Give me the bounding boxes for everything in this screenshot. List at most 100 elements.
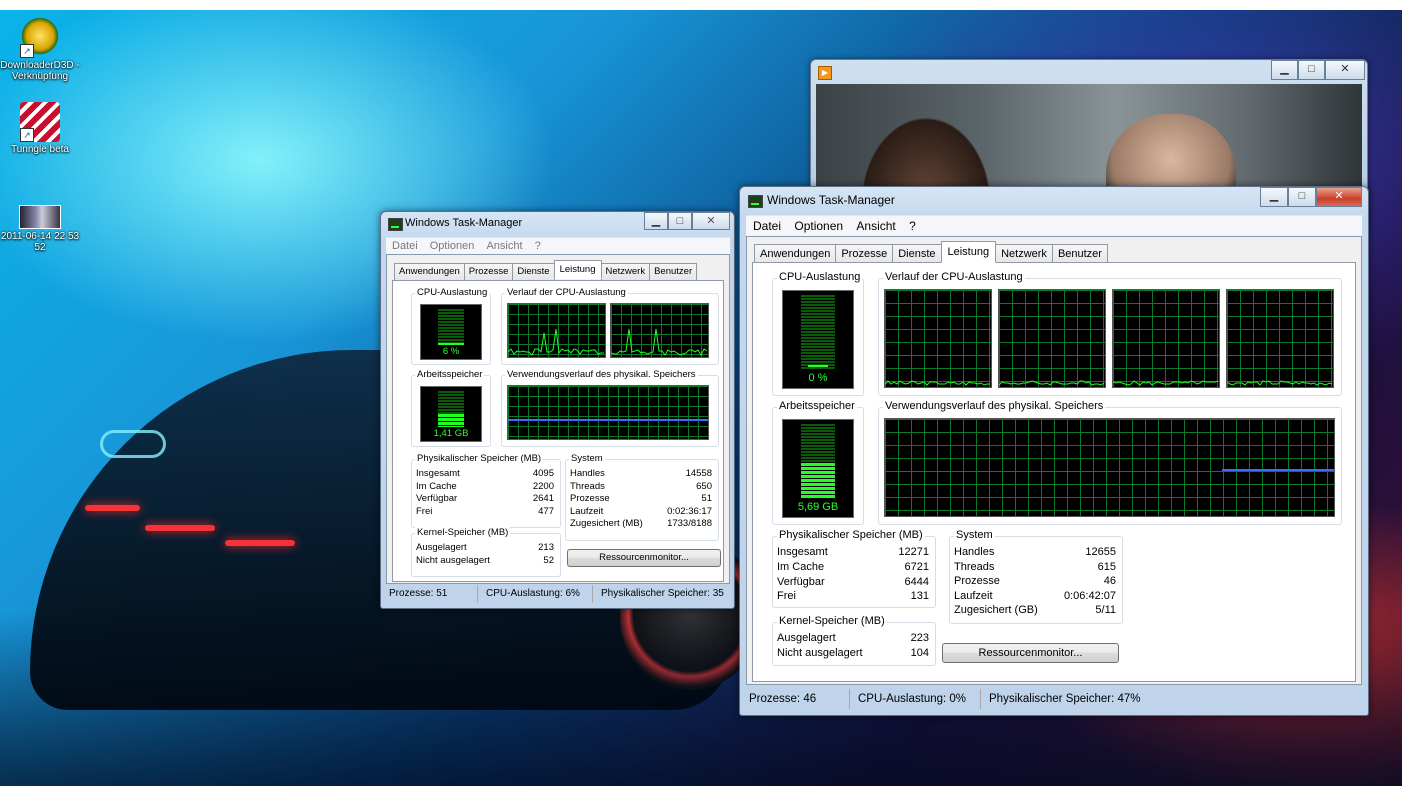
kv-key: Prozesse <box>570 493 610 504</box>
kv-key: Laufzeit <box>570 505 604 517</box>
status-bar: Prozesse: 51 CPU-Auslastung: 6% Physikal… <box>386 585 728 603</box>
kv-value: 1733/8188 <box>667 518 712 529</box>
status-cpu: CPU-Auslastung: 6% <box>478 585 593 603</box>
media-player-icon: ▶ <box>818 66 832 80</box>
minimize-button[interactable]: ▁ <box>1271 60 1298 80</box>
tab-leistung[interactable]: Leistung <box>553 260 602 279</box>
close-button[interactable]: ✕ <box>1325 60 1365 80</box>
cpu-history-graph <box>1112 289 1220 388</box>
kernel-memory-title: Kernel-Speicher (MB) <box>415 527 511 538</box>
kernel-memory-group: Kernel-Speicher (MB) Ausgelagert 223 Nich… <box>772 615 936 666</box>
kv-value: 51 <box>701 493 712 504</box>
system-group: System Handles 14558 Threads 650 Prozesse 5… <box>565 453 719 541</box>
cpu-usage-meter: 6 % <box>420 304 482 360</box>
kv-key: Threads <box>954 560 995 573</box>
kv-value: 14558 <box>685 468 712 479</box>
desktop-icon-tunngle[interactable]: ↗ Tunngle beta <box>0 102 85 155</box>
kv-value: 6721 <box>904 560 929 573</box>
kv-value: 213 <box>538 542 554 553</box>
menu-bar: Datei Optionen Ansicht ? <box>386 237 730 254</box>
physical-memory-table: Insgesamt 12271 Im Cache 6721 Verfügbar 644… <box>777 545 929 604</box>
kernel-memory-group: Kernel-Speicher (MB) Ausgelagert 213 Nich… <box>411 527 561 577</box>
kv-value: 6444 <box>904 575 929 588</box>
memory-meter: 1,41 GB <box>420 386 482 442</box>
menu-ansicht[interactable]: Ansicht <box>856 216 895 236</box>
system-title: System <box>954 529 995 541</box>
maximize-button[interactable]: □ <box>1298 60 1325 80</box>
kv-value: 4095 <box>532 468 554 479</box>
kv-key: Zugesichert (MB) <box>570 518 643 529</box>
cpu-history-line <box>1113 380 1219 386</box>
kv-value: 2200 <box>532 480 554 492</box>
kv-key: Prozesse <box>954 575 1000 588</box>
memory-value: 5,69 GB <box>797 501 839 513</box>
menu-bar: Datei Optionen Ansicht ? <box>746 215 1362 236</box>
cpu-usage-value: 0 % <box>808 372 828 384</box>
cpu-history-group: Verlauf der CPU-Auslastung <box>501 287 719 365</box>
menu-optionen[interactable]: Optionen <box>430 238 475 254</box>
kv-key: Handles <box>570 468 605 479</box>
minimize-button[interactable]: ▁ <box>1260 187 1288 207</box>
memory-history-label: Verwendungsverlauf des physikal. Speiche… <box>505 369 698 380</box>
resource-monitor-button[interactable]: Ressourcenmonitor... <box>567 549 721 567</box>
kv-value: 223 <box>910 632 929 644</box>
cpu-usage-label: CPU-Auslastung <box>415 287 490 298</box>
menu-datei[interactable]: Datei <box>392 238 418 254</box>
memory-label: Arbeitsspeicher <box>777 400 857 412</box>
task-manager-window-large[interactable]: Windows Task-Manager ▁ □ ✕ Datei Optione… <box>739 186 1369 716</box>
cpu-history-graph <box>1226 289 1334 388</box>
maximize-button[interactable]: □ <box>1288 187 1316 207</box>
client-area: Anwendungen Prozesse Dienste Leistung Ne… <box>386 254 730 584</box>
close-button[interactable]: ✕ <box>692 212 730 230</box>
kv-value: 131 <box>910 590 929 603</box>
kv-key: Nicht ausgelagert <box>777 647 863 659</box>
memory-group: Arbeitsspeicher 1,41 GB <box>411 369 491 447</box>
cpu-history-graph <box>998 289 1106 388</box>
kv-key: Laufzeit <box>954 589 993 602</box>
tab-leistung[interactable]: Leistung <box>940 241 997 263</box>
kv-key: Verfügbar <box>777 575 825 588</box>
menu-help[interactable]: ? <box>535 238 541 254</box>
kv-value: 2641 <box>532 493 554 504</box>
minimize-button[interactable]: ▁ <box>644 212 668 230</box>
desktop-icon-photo[interactable]: 2011-06-14 22 53 52 <box>0 205 85 253</box>
status-processes: Prozesse: 46 <box>746 689 850 709</box>
menu-ansicht[interactable]: Ansicht <box>486 238 522 254</box>
cpu-usage-label: CPU-Auslastung <box>777 271 863 283</box>
kv-key: Verfügbar <box>416 493 458 504</box>
task-manager-window-small[interactable]: Windows Task-Manager ▁ □ ✕ Datei Optione… <box>380 211 735 609</box>
menu-optionen[interactable]: Optionen <box>794 216 843 236</box>
memory-history-graph <box>507 385 709 440</box>
kv-value: 46 <box>1103 575 1116 588</box>
cpu-history-group: Verlauf der CPU-Auslastung <box>878 271 1342 396</box>
kv-value: 0:06:42:07 <box>1064 589 1116 602</box>
status-bar: Prozesse: 46 CPU-Auslastung: 0% Physikal… <box>746 689 1362 709</box>
meter-fill <box>438 342 464 345</box>
kernel-memory-table: Ausgelagert 223 Nicht ausgelagert 104 <box>777 631 929 661</box>
downloader-icon: ↗ <box>20 18 60 58</box>
kv-key: Im Cache <box>777 560 825 573</box>
kv-key: Im Cache <box>416 480 457 492</box>
desktop-icon-label: Tunngle beta <box>10 144 69 155</box>
system-table: Handles 12655 Threads 615 Prozesse 46 Laufz… <box>954 545 1116 618</box>
physical-memory-group: Physikalischer Speicher (MB) Insgesamt 12… <box>772 529 936 608</box>
memory-history-group: Verwendungsverlauf des physikal. Speiche… <box>878 400 1342 525</box>
cpu-history-label: Verlauf der CPU-Auslastung <box>883 271 1025 283</box>
window-controls: ▁ □ ✕ <box>1271 60 1365 80</box>
desktop-icon-downloader[interactable]: ↗ DownloaderD3D - Verknüpfung <box>0 18 85 82</box>
maximize-button[interactable]: □ <box>668 212 692 230</box>
kv-key: Insgesamt <box>416 468 460 479</box>
desktop-icon-label: DownloaderD3D - Verknüpfung <box>0 60 80 82</box>
cpu-history-line <box>508 328 604 356</box>
system-table: Handles 14558 Threads 650 Prozesse 51 Laufz… <box>570 468 712 531</box>
resource-monitor-button[interactable]: Ressourcenmonitor... <box>942 643 1119 663</box>
close-button[interactable]: ✕ <box>1316 187 1362 207</box>
menu-help[interactable]: ? <box>909 216 916 236</box>
kv-value: 52 <box>543 554 554 566</box>
memory-meter: 5,69 GB <box>782 419 854 518</box>
cpu-history-label: Verlauf der CPU-Auslastung <box>505 287 628 298</box>
menu-datei[interactable]: Datei <box>753 216 781 236</box>
kv-key: Frei <box>416 505 433 517</box>
kv-key: Nicht ausgelagert <box>416 554 490 566</box>
shortcut-arrow-icon: ↗ <box>20 44 34 58</box>
